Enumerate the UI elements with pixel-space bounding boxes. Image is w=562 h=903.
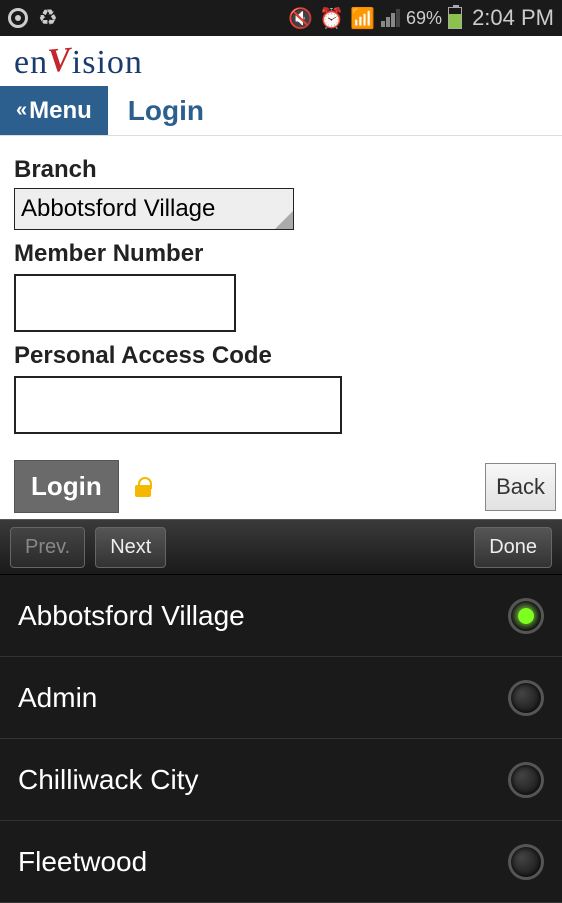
login-button[interactable]: Login [14,460,119,513]
app-circle-icon [8,8,28,28]
status-right: 🔇 ⏰ 📶 69% 2:04 PM [288,5,554,31]
lock-icon [133,477,153,497]
chevron-left-icon: « [16,99,27,122]
pac-input[interactable] [14,376,342,434]
picker-nav: Prev. Next Done [0,519,562,575]
branch-select[interactable]: Abbotsford Village [14,188,294,230]
member-number-label: Member Number [14,240,548,268]
battery-icon [448,7,462,29]
picker-option[interactable]: Abbotsford Village [0,575,562,657]
back-button[interactable]: Back [485,463,556,511]
radio-icon [508,680,544,716]
picker-option[interactable]: Fleetwood [0,821,562,903]
branch-picker-list[interactable]: Abbotsford Village Admin Chilliwack City… [0,575,562,903]
pac-label: Personal Access Code [14,342,548,370]
picker-option-label: Abbotsford Village [18,600,245,632]
branch-label: Branch [14,156,548,184]
signal-icon [381,9,400,27]
battery-percent: 69% [406,8,442,29]
picker-option-label: Admin [18,682,97,714]
branch-select-value: Abbotsford Village [21,195,215,223]
picker-option-label: Fleetwood [18,846,147,878]
clock: 2:04 PM [472,5,554,31]
logo: enVision [14,44,143,82]
radio-icon [508,844,544,880]
recycle-icon: ♻ [38,5,58,31]
status-bar: ♻ 🔇 ⏰ 📶 69% 2:04 PM [0,0,562,36]
nav-row: «Menu Login [0,86,562,136]
dropdown-icon [275,211,293,229]
done-button[interactable]: Done [474,527,552,568]
logo-row: enVision [0,36,562,86]
member-number-input[interactable] [14,274,236,332]
alarm-icon: ⏰ [319,6,344,31]
radio-icon [508,598,544,634]
menu-label: Menu [29,97,92,125]
wifi-icon: 📶 [350,6,375,31]
mute-icon: 🔇 [288,6,313,31]
menu-button[interactable]: «Menu [0,86,108,135]
prev-button: Prev. [10,527,85,568]
action-row: Login Back [0,444,562,519]
status-left: ♻ [8,5,58,31]
picker-option[interactable]: Chilliwack City [0,739,562,821]
picker-option-label: Chilliwack City [18,764,198,796]
radio-icon [508,762,544,798]
picker-option[interactable]: Admin [0,657,562,739]
login-form: Branch Abbotsford Village Member Number … [0,136,562,444]
logo-text-pre: en [14,44,48,81]
logo-check-icon: V [46,41,73,81]
page-title: Login [108,86,204,135]
next-button[interactable]: Next [95,527,166,568]
logo-text-post: ision [72,44,143,81]
